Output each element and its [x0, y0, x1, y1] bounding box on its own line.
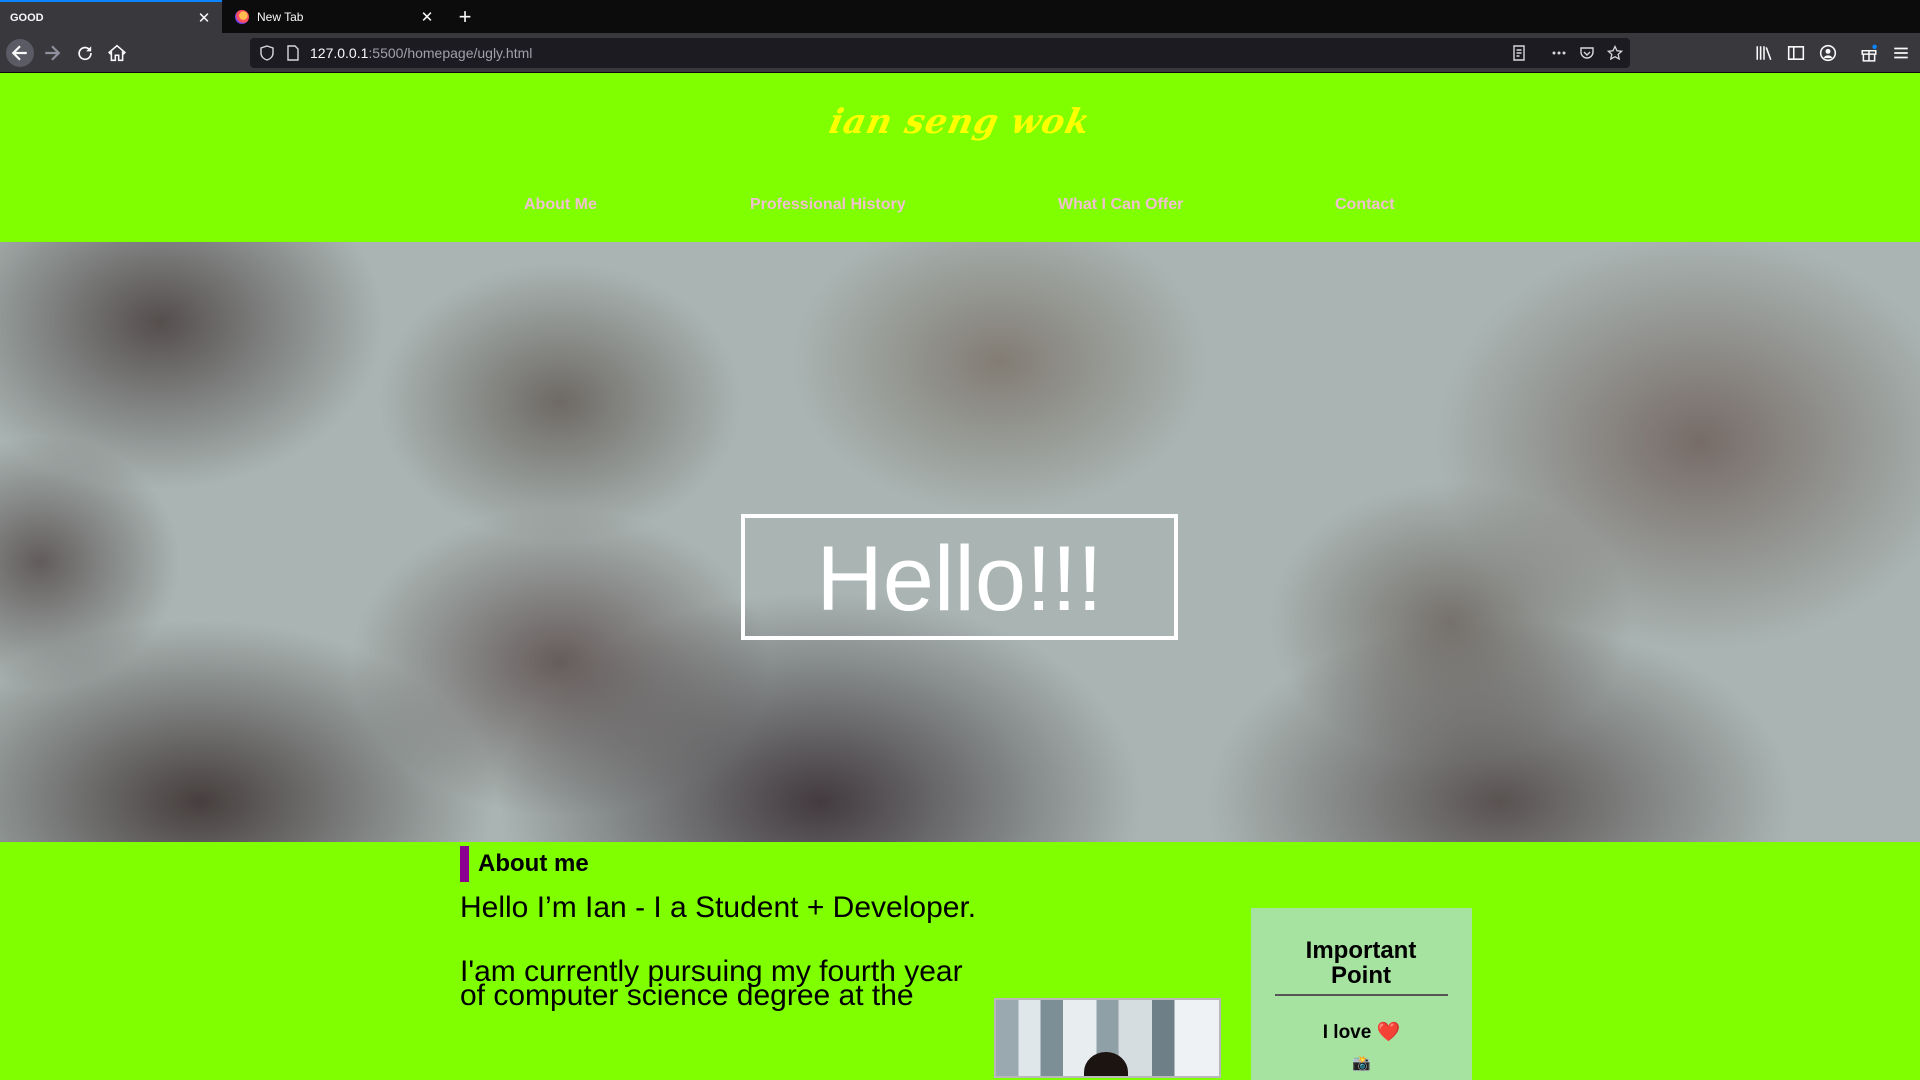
url-text[interactable]: 127.0.0.1:5500/homepage/ugly.html	[310, 38, 532, 68]
hero-greeting-box: Hello!!!	[741, 514, 1178, 640]
tab-label: New Tab	[257, 9, 304, 24]
nav-link-contact[interactable]: Contact	[1335, 196, 1395, 214]
nav-link-what-i-can-offer[interactable]: What I Can Offer	[1058, 196, 1183, 214]
home-button[interactable]	[103, 39, 131, 67]
reload-button[interactable]	[71, 39, 99, 67]
pocket-icon[interactable]	[1578, 44, 1596, 62]
tab-bar: GOOD ✕ New Tab ✕ +	[0, 0, 1920, 33]
arrow-right-icon	[45, 45, 61, 61]
reader-view-icon[interactable]	[1510, 44, 1528, 62]
more-actions-icon[interactable]	[1550, 44, 1568, 62]
reload-icon	[78, 46, 92, 61]
important-point-card: Important Point I love ❤️ 📸	[1251, 908, 1472, 1080]
close-tab-icon[interactable]: ✕	[417, 7, 437, 27]
site-title[interactable]: ian seng wok	[0, 102, 1920, 142]
close-tab-icon[interactable]: ✕	[194, 8, 214, 28]
web-page: ian seng wok About Me Professional Histo…	[0, 74, 1920, 1080]
tab-good[interactable]: GOOD ✕	[0, 0, 222, 33]
hero-banner: Hello!!!	[0, 242, 1920, 842]
page-info-icon[interactable]	[284, 44, 302, 62]
new-tab-button[interactable]: +	[452, 4, 478, 30]
sidebar-icon	[1787, 46, 1805, 60]
forward-button[interactable]	[38, 39, 66, 67]
firefox-icon	[235, 9, 249, 24]
site-nav: About Me Professional History What I Can…	[0, 196, 1920, 220]
tab-new-tab[interactable]: New Tab ✕	[223, 0, 445, 33]
heart-icon: ❤️	[1376, 1022, 1401, 1043]
about-paragraph-study: I'am currently pursuing my fourth year o…	[460, 955, 963, 1012]
card-divider	[1275, 994, 1448, 996]
url-host: 127.0.0.1	[310, 45, 369, 61]
nav-link-about-me[interactable]: About Me	[524, 196, 597, 214]
sidebar-button[interactable]	[1782, 39, 1810, 67]
about-paragraph-intro: Hello I’m Ian - I a Student + Developer.	[460, 891, 977, 924]
camera-icon: 📸	[1352, 1055, 1371, 1072]
love-text: I love	[1322, 1022, 1372, 1043]
menu-button[interactable]	[1887, 39, 1915, 67]
tab-label: GOOD	[10, 11, 44, 24]
about-accent-bar	[460, 846, 469, 882]
account-icon	[1819, 44, 1837, 62]
hamburger-icon	[1894, 47, 1908, 59]
arrow-left-icon	[11, 45, 27, 61]
address-bar[interactable]: 127.0.0.1:5500/homepage/ugly.html	[250, 38, 1630, 68]
nav-link-professional-history[interactable]: Professional History	[750, 196, 906, 214]
navigation-toolbar: 127.0.0.1:5500/homepage/ugly.html	[0, 33, 1920, 73]
about-title: About me	[478, 850, 589, 877]
library-icon	[1756, 46, 1772, 61]
url-path: :5500/homepage/ugly.html	[368, 45, 533, 61]
card-love-line: I love ❤️	[1251, 1020, 1472, 1044]
card-title: Important Point	[1305, 937, 1417, 989]
person-silhouette	[1084, 1052, 1128, 1076]
library-button[interactable]	[1750, 39, 1778, 67]
shield-icon[interactable]	[258, 44, 276, 62]
back-button[interactable]	[6, 39, 34, 67]
hero-greeting: Hello!!!	[816, 528, 1103, 630]
profile-photo	[994, 998, 1221, 1078]
extensions-button[interactable]	[1855, 39, 1883, 67]
account-button[interactable]	[1814, 39, 1842, 67]
home-icon	[108, 44, 126, 62]
bookmark-star-icon[interactable]	[1606, 44, 1624, 62]
about-heading: About me	[460, 846, 589, 882]
gift-icon	[1861, 44, 1877, 62]
